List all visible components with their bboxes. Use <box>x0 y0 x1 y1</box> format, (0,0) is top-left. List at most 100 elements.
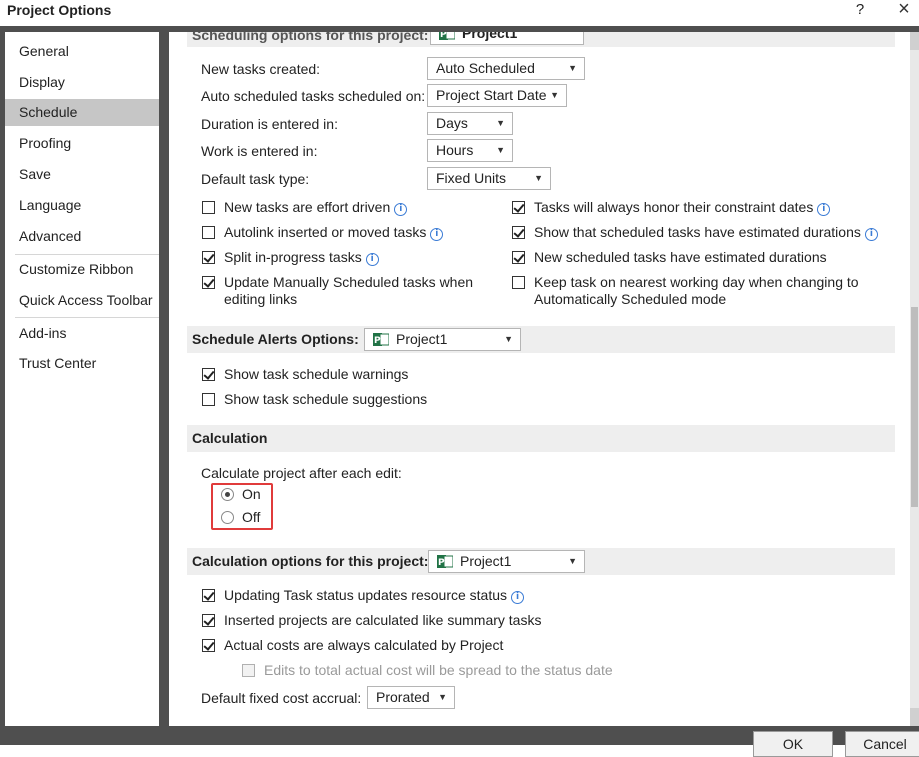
show-suggestions-checkbox[interactable]: Show task schedule suggestions <box>202 391 427 408</box>
effort-driven-label: New tasks are effort driven <box>224 199 391 215</box>
chevron-down-icon: ▼ <box>550 90 559 100</box>
show-estimated-durations-label: Show that scheduled tasks have estimated… <box>534 224 861 240</box>
checkbox-box[interactable] <box>512 251 525 264</box>
checkbox-box[interactable] <box>202 639 215 652</box>
checkbox-box[interactable] <box>202 614 215 627</box>
actual-costs-calculated-checkbox[interactable]: Actual costs are always calculated by Pr… <box>202 637 503 654</box>
inserted-projects-summary-label: Inserted projects are calculated like su… <box>224 612 542 628</box>
scheduling-options-header: Scheduling options for this project: P Pr… <box>187 32 895 47</box>
sidebar-item-add-ins[interactable]: Add-ins <box>5 320 159 347</box>
keep-working-day-checkbox[interactable]: Keep task on nearest working day when ch… <box>512 274 859 308</box>
calc-options-header-label: Calculation options for this project: <box>192 553 429 569</box>
chevron-down-icon: ▼ <box>568 63 577 73</box>
update-manual-tasks-checkbox[interactable]: Update Manually Scheduled tasks when edit… <box>202 274 473 308</box>
scheduling-options-header-label: Scheduling options for this project: <box>192 32 429 43</box>
scroll-thumb[interactable] <box>911 307 918 507</box>
project-file-icon: P <box>437 554 454 569</box>
sidebar-item-display[interactable]: Display <box>5 69 159 96</box>
sidebar-item-schedule[interactable]: Schedule <box>5 99 159 126</box>
svg-text:P: P <box>374 336 381 346</box>
show-estimated-durations-checkbox[interactable]: Show that scheduled tasks have estimated… <box>512 224 878 241</box>
scheduling-project-dropdown[interactable]: P Project1 <box>430 32 584 45</box>
chevron-down-icon: ▼ <box>496 118 505 128</box>
new-tasks-created-label: New tasks created: <box>201 61 321 77</box>
update-resource-status-checkbox[interactable]: Updating Task status updates resource st… <box>202 587 525 604</box>
sidebar-item-quick-access-toolbar[interactable]: Quick Access Toolbar <box>5 287 159 314</box>
checkbox-box[interactable] <box>512 226 525 239</box>
checkbox-box[interactable] <box>242 664 255 677</box>
work-entered-label: Work is entered in: <box>201 143 318 159</box>
calculation-header: Calculation <box>187 425 895 452</box>
update-manual-tasks-label-line1: Update Manually Scheduled tasks when <box>224 274 474 290</box>
project-file-icon: P <box>439 32 456 41</box>
inserted-projects-summary-checkbox[interactable]: Inserted projects are calculated like su… <box>202 612 541 629</box>
fixed-cost-accrual-label: Default fixed cost accrual: <box>201 690 362 706</box>
checkbox-box[interactable] <box>202 589 215 602</box>
scroll-up-arrow[interactable] <box>910 32 919 50</box>
show-warnings-label: Show task schedule warnings <box>224 366 409 382</box>
work-entered-value: Hours <box>436 142 474 158</box>
show-warnings-checkbox[interactable]: Show task schedule warnings <box>202 366 408 383</box>
actual-costs-calculated-label: Actual costs are always calculated by Pr… <box>224 637 504 653</box>
sidebar-item-advanced[interactable]: Advanced <box>5 223 159 250</box>
window-title: Project Options <box>7 2 112 18</box>
checkbox-box[interactable] <box>202 251 215 264</box>
fixed-cost-accrual-value: Prorated <box>376 689 430 705</box>
sidebar-divider <box>15 317 159 318</box>
ok-button[interactable]: OK <box>753 731 833 757</box>
checkbox-box[interactable] <box>512 276 525 289</box>
sidebar-item-trust-center[interactable]: Trust Center <box>5 350 159 377</box>
close-button[interactable]: × <box>894 0 914 21</box>
duration-entered-dropdown[interactable]: Days ▼ <box>427 112 513 135</box>
split-in-progress-checkbox[interactable]: Split in-progress tasks i <box>202 249 379 266</box>
new-estimated-durations-checkbox[interactable]: New scheduled tasks have estimated durat… <box>512 249 827 266</box>
vertical-scrollbar[interactable] <box>910 32 919 726</box>
schedule-alerts-header-label: Schedule Alerts Options: <box>192 331 359 347</box>
update-manual-tasks-label-line2: editing links <box>224 291 298 307</box>
sidebar-item-save[interactable]: Save <box>5 161 159 188</box>
scroll-down-arrow[interactable] <box>910 708 919 726</box>
calc-project-value: Project1 <box>460 553 512 569</box>
info-icon: i <box>817 203 831 216</box>
cancel-button[interactable]: Cancel <box>845 731 919 757</box>
new-tasks-created-value: Auto Scheduled <box>436 60 535 76</box>
default-task-type-value: Fixed Units <box>436 170 507 186</box>
show-suggestions-label: Show task schedule suggestions <box>224 391 428 407</box>
alerts-project-dropdown[interactable]: P Project1 ▼ <box>364 328 521 351</box>
checkbox-box[interactable] <box>202 276 215 289</box>
checkbox-box[interactable] <box>512 201 525 214</box>
alerts-project-value: Project1 <box>396 331 448 347</box>
svg-text:P: P <box>438 558 445 568</box>
svg-text:P: P <box>440 32 447 40</box>
annotation-highlight-box <box>211 483 273 530</box>
auto-scheduled-on-value: Project Start Date <box>436 87 547 103</box>
auto-scheduled-on-dropdown[interactable]: Project Start Date ▼ <box>427 84 567 107</box>
autolink-checkbox[interactable]: Autolink inserted or moved tasks i <box>202 224 444 241</box>
title-bar: Project Options ? × <box>0 0 919 26</box>
sidebar-divider <box>15 254 159 255</box>
honor-constraint-dates-checkbox[interactable]: Tasks will always honor their constraint… <box>512 199 831 216</box>
keep-working-day-label-line2: Automatically Scheduled mode <box>534 291 727 307</box>
calc-project-dropdown[interactable]: P Project1 ▼ <box>428 550 585 573</box>
default-task-type-label: Default task type: <box>201 171 310 187</box>
checkbox-box[interactable] <box>202 226 215 239</box>
sidebar-item-proofing[interactable]: Proofing <box>5 130 159 157</box>
info-icon: i <box>365 253 379 266</box>
checkbox-box[interactable] <box>202 201 215 214</box>
work-entered-dropdown[interactable]: Hours ▼ <box>427 139 513 162</box>
sidebar-item-general[interactable]: General <box>5 38 159 65</box>
keep-working-day-label-line1: Keep task on nearest working day when ch… <box>534 274 859 290</box>
spread-to-status-date-checkbox[interactable]: Edits to total actual cost will be sprea… <box>242 662 613 679</box>
checkbox-box[interactable] <box>202 368 215 381</box>
checkbox-box[interactable] <box>202 393 215 406</box>
sidebar-item-language[interactable]: Language <box>5 192 159 219</box>
default-task-type-dropdown[interactable]: Fixed Units ▼ <box>427 167 551 190</box>
sidebar-item-customize-ribbon[interactable]: Customize Ribbon <box>5 256 159 283</box>
new-tasks-created-dropdown[interactable]: Auto Scheduled ▼ <box>427 57 585 80</box>
info-icon: i <box>394 203 408 216</box>
effort-driven-checkbox[interactable]: New tasks are effort driven i <box>202 199 408 216</box>
info-icon: i <box>430 228 444 241</box>
help-button[interactable]: ? <box>852 1 868 18</box>
fixed-cost-accrual-dropdown[interactable]: Prorated ▼ <box>367 686 455 709</box>
project-file-icon: P <box>373 332 390 347</box>
